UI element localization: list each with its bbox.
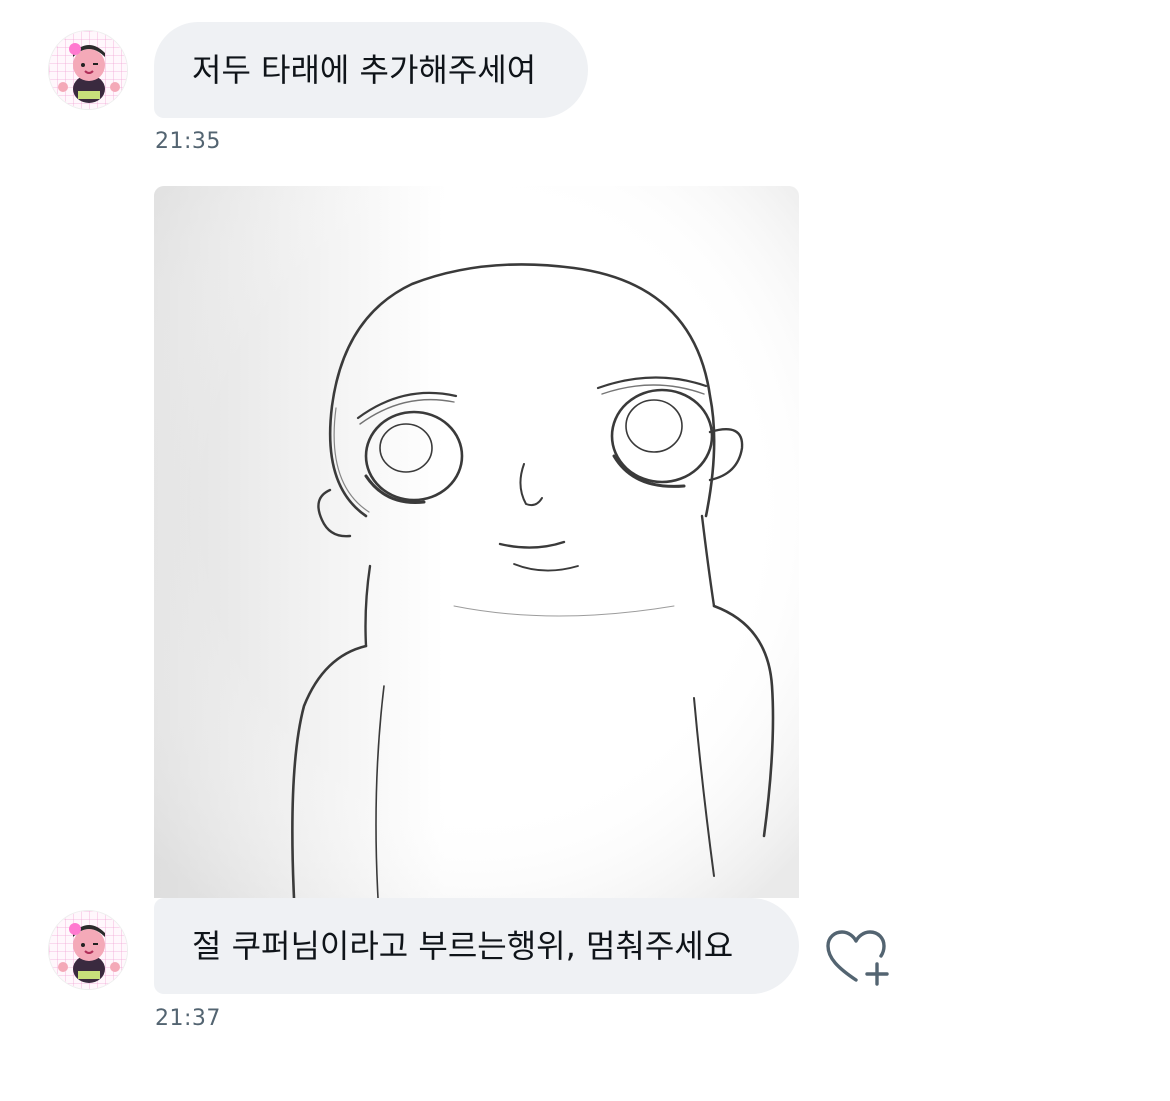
avatar[interactable] [48, 30, 128, 110]
message-text: 저두 타래에 추가해주세여 [192, 51, 537, 89]
message-timestamp: 21:35 [155, 129, 221, 154]
message-timestamp: 21:37 [155, 1006, 221, 1031]
avatar[interactable] [48, 910, 128, 990]
pencil-sketch-image [154, 186, 799, 898]
message-text: 절 쿠퍼님이라고 부르는행위, 멈춰주세요 [192, 927, 734, 965]
attached-image[interactable] [154, 186, 799, 898]
heart-plus-icon [826, 930, 889, 986]
message-bubble[interactable]: 절 쿠퍼님이라고 부르는행위, 멈춰주세요 [154, 898, 799, 994]
avatar-icon [49, 31, 127, 109]
avatar-icon [49, 911, 127, 989]
add-reaction-button[interactable] [822, 928, 894, 990]
message-bubble[interactable]: 저두 타래에 추가해주세여 [154, 22, 588, 118]
